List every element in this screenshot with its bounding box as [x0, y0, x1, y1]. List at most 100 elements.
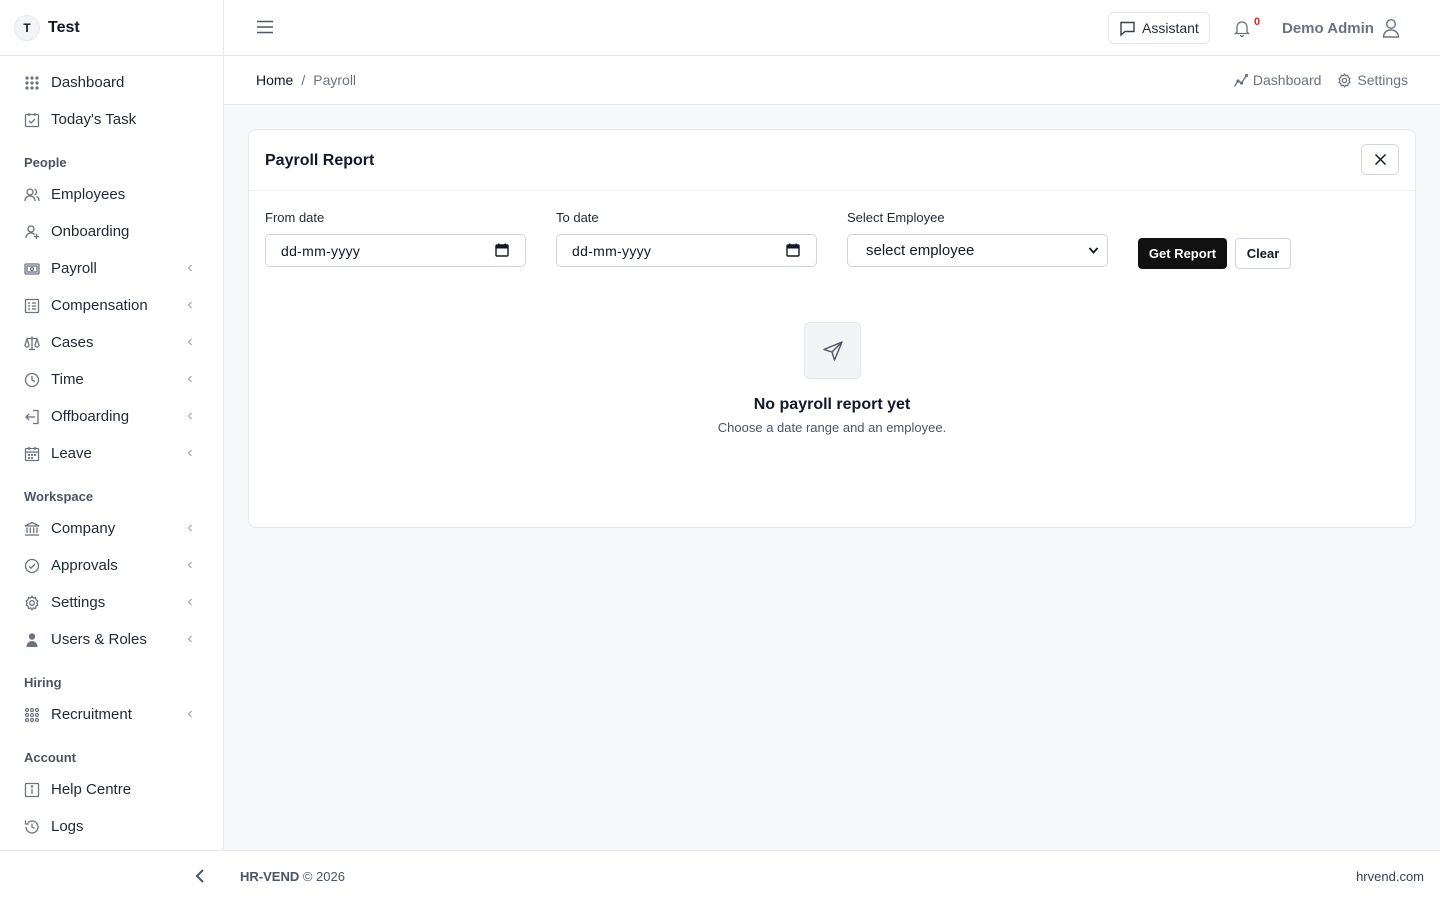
settings-link-label: Settings — [1357, 72, 1408, 88]
user-plus-icon — [24, 224, 40, 240]
sidebar-item-cases[interactable]: Cases — [0, 324, 223, 361]
sidebar-item-leave[interactable]: Leave — [0, 435, 223, 472]
money-icon — [24, 261, 40, 277]
history-icon — [24, 819, 40, 835]
brand-avatar: T — [14, 14, 40, 41]
chevron-left-icon — [187, 301, 192, 309]
sidebar-item-payroll[interactable]: Payroll — [0, 250, 223, 287]
chevron-left-icon — [187, 264, 192, 272]
grid-dots-icon — [24, 75, 40, 91]
breadcrumb-home-link[interactable]: Home — [256, 72, 293, 88]
sidebar-item-label: Settings — [51, 594, 106, 611]
card-header: Payroll Report — [249, 130, 1415, 191]
sidebar-item-time[interactable]: Time — [0, 361, 223, 398]
employee-select[interactable]: select employee — [847, 234, 1108, 267]
from-date-input[interactable]: dd-mm-yyyy — [265, 234, 526, 267]
empty-state-title: No payroll report yet — [753, 396, 911, 413]
sidebar-item-compensation[interactable]: Compensation — [0, 287, 223, 324]
footer-site-link[interactable]: hrvend.com — [1356, 869, 1424, 884]
calendar-check-icon — [24, 112, 40, 128]
sidebar-section-account: Account — [24, 750, 76, 765]
user-icon[interactable] — [1382, 18, 1400, 38]
sidebar-item-label: Time — [51, 371, 84, 388]
assistant-label: Assistant — [1142, 20, 1199, 36]
settings-link[interactable]: Settings — [1337, 72, 1408, 88]
sidebar-item-todays-task[interactable]: Today's Task — [0, 101, 223, 138]
sidebar-item-logs[interactable]: Logs — [0, 808, 223, 845]
sidebar-item-users-roles[interactable]: Users & Roles — [0, 621, 223, 658]
get-report-button[interactable]: Get Report — [1138, 238, 1227, 269]
empty-state-subtitle: Choose a date range and an employee. — [717, 420, 947, 435]
calendar-icon[interactable] — [786, 243, 800, 257]
topbar: Assistant 0 Demo Admin — [224, 0, 1440, 56]
quick-links: Dashboard Settings — [1233, 72, 1408, 88]
users-icon — [24, 187, 40, 203]
to-date-input[interactable]: dd-mm-yyyy — [556, 234, 817, 267]
sidebar-item-label: Dashboard — [51, 74, 125, 91]
bank-icon — [24, 521, 40, 537]
chevron-down-icon — [1088, 247, 1099, 254]
user-name[interactable]: Demo Admin — [1282, 20, 1374, 37]
gear-icon — [1338, 72, 1352, 88]
sidebar-section-workspace: Workspace — [24, 489, 94, 504]
card-title: Payroll Report — [265, 152, 375, 169]
calendar-icon[interactable] — [495, 243, 509, 257]
hamburger-menu-icon[interactable] — [256, 18, 274, 36]
collapse-sidebar-icon[interactable] — [193, 867, 207, 885]
footer-copyright: © 2026 — [302, 869, 345, 884]
assistant-button[interactable]: Assistant — [1108, 12, 1210, 44]
breadcrumb: Home / Payroll — [256, 72, 356, 88]
chevron-left-icon — [187, 710, 192, 718]
sidebar-item-label: Recruitment — [51, 706, 132, 723]
sidebar-item-dashboard[interactable]: Dashboard — [0, 64, 223, 101]
gear-icon — [24, 594, 40, 611]
clock-icon — [24, 372, 40, 388]
close-button[interactable] — [1361, 144, 1399, 175]
breadcrumb-current: Payroll — [313, 72, 357, 88]
chevron-left-icon — [187, 375, 192, 383]
payroll-report-card: Payroll Report From date dd-mm-yyyy To d… — [248, 129, 1416, 528]
chart-line-icon — [1233, 73, 1248, 87]
dashboard-link[interactable]: Dashboard — [1233, 72, 1321, 88]
sidebar-item-offboarding[interactable]: Offboarding — [0, 398, 223, 435]
chevron-left-icon — [187, 561, 192, 569]
sidebar-item-settings[interactable]: Settings — [0, 584, 223, 621]
sidebar-item-label: Compensation — [51, 297, 148, 314]
check-circle-icon — [24, 558, 40, 574]
footer-brand: HR-VEND — [240, 869, 300, 884]
sidebar-item-recruitment[interactable]: Recruitment — [0, 696, 223, 733]
chevron-left-icon — [187, 412, 192, 420]
to-date-placeholder: dd-mm-yyyy — [572, 242, 652, 259]
brand-name: Test — [48, 18, 80, 36]
sidebar-item-label: Leave — [51, 445, 92, 462]
close-icon — [1374, 153, 1386, 166]
info-icon — [24, 782, 40, 798]
employee-label: Select Employee — [847, 210, 945, 225]
sidebar-item-label: Company — [51, 520, 116, 537]
chevron-left-icon — [187, 449, 192, 457]
clear-button[interactable]: Clear — [1235, 238, 1291, 269]
sidebar-item-label: Approvals — [51, 557, 118, 574]
sidebar-item-company[interactable]: Company — [0, 510, 223, 547]
user-shield-icon — [24, 632, 40, 648]
sidebar-item-label: Onboarding — [51, 223, 130, 240]
brand[interactable]: T Test — [0, 0, 223, 56]
sidebar-item-label: Employees — [51, 186, 126, 203]
sidebar-item-help-centre[interactable]: Help Centre — [0, 771, 223, 808]
sidebar-item-label: Payroll — [51, 260, 97, 277]
scale-icon — [24, 335, 40, 351]
breadcrumb-bar: Home / Payroll Dashboard Settings — [224, 56, 1440, 105]
sidebar-item-label: Offboarding — [51, 408, 130, 425]
send-icon — [822, 340, 843, 361]
sidebar-item-employees[interactable]: Employees — [0, 176, 223, 213]
sidebar-item-onboarding[interactable]: Onboarding — [0, 213, 223, 250]
sidebar-nav: Dashboard Today's Task People Employees … — [0, 56, 223, 845]
chevron-left-icon — [187, 598, 192, 606]
sidebar-item-label: Cases — [51, 334, 94, 351]
logout-icon — [24, 409, 40, 425]
sidebar-item-approvals[interactable]: Approvals — [0, 547, 223, 584]
breadcrumb-separator: / — [301, 72, 306, 88]
chat-icon — [1120, 21, 1135, 37]
copyright: HR-VEND © 2026 — [240, 869, 345, 884]
calendar-icon — [24, 446, 40, 462]
